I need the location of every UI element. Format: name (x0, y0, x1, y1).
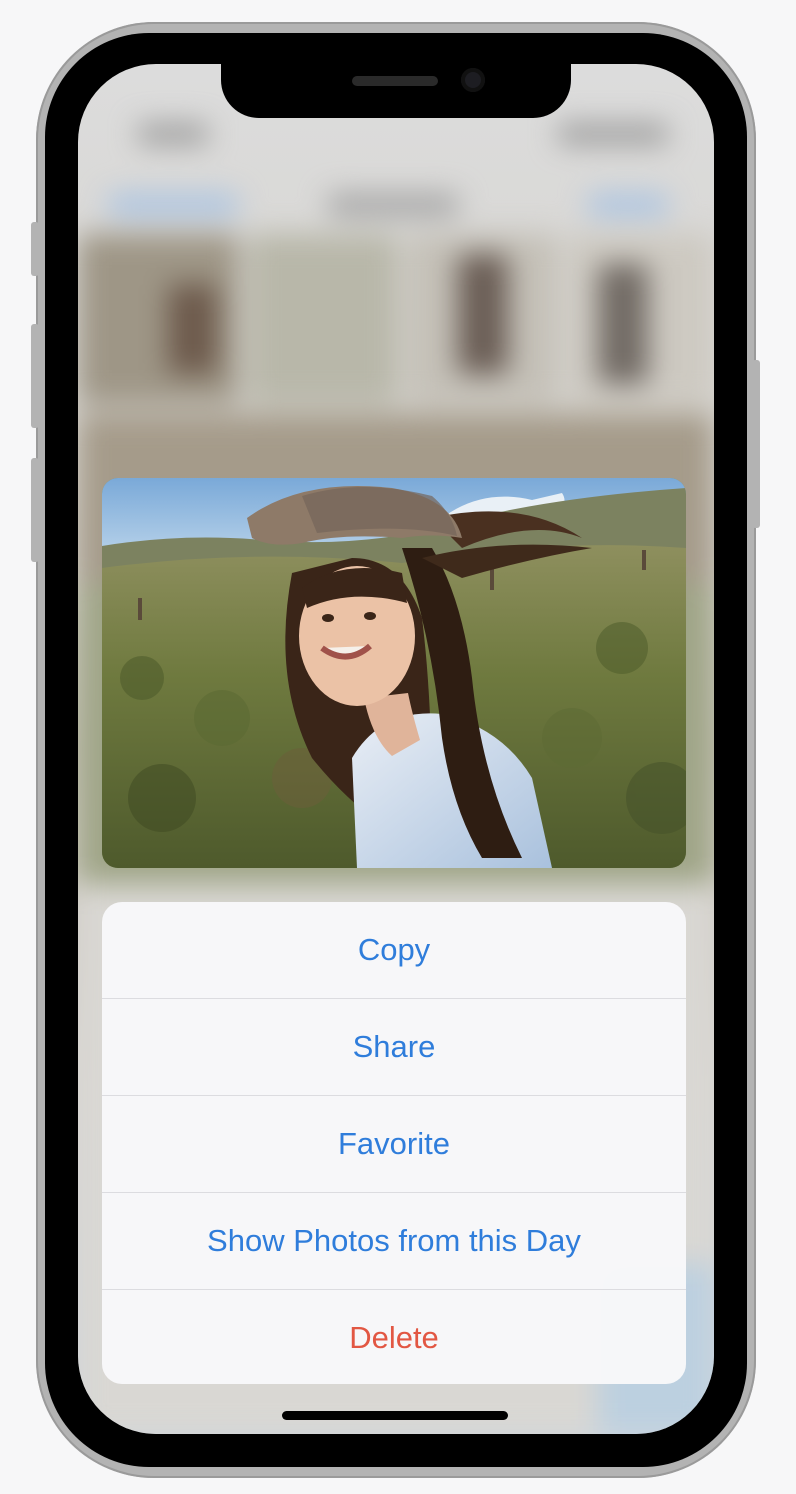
notch (221, 64, 571, 118)
delete-menu-item-label: Delete (349, 1320, 439, 1355)
silent-switch (31, 222, 39, 276)
context-menu: Copy Share Favorite Show Photos from thi… (102, 902, 686, 1384)
favorite-menu-item[interactable]: Favorite (102, 1096, 686, 1193)
show-photos-from-this-day-menu-item-label: Show Photos from this Day (207, 1223, 581, 1258)
photo-illustration (102, 478, 686, 868)
copy-menu-item-label: Copy (357, 932, 431, 967)
front-camera (461, 68, 485, 92)
share-menu-item-label: Share (352, 1029, 436, 1064)
volume-up-button (31, 324, 39, 428)
copy-menu-item[interactable]: Copy (102, 902, 686, 999)
delete-menu-item[interactable]: Delete (102, 1290, 686, 1384)
power-button (752, 360, 760, 528)
favorite-menu-item-label: Favorite (338, 1126, 450, 1161)
volume-down-button (31, 458, 39, 562)
home-indicator[interactable] (282, 1411, 508, 1420)
share-menu-item[interactable]: Share (102, 999, 686, 1096)
show-photos-from-this-day-menu-item[interactable]: Show Photos from this Day (102, 1193, 686, 1290)
speaker-grille (352, 76, 438, 86)
photo-preview[interactable] (102, 478, 686, 868)
